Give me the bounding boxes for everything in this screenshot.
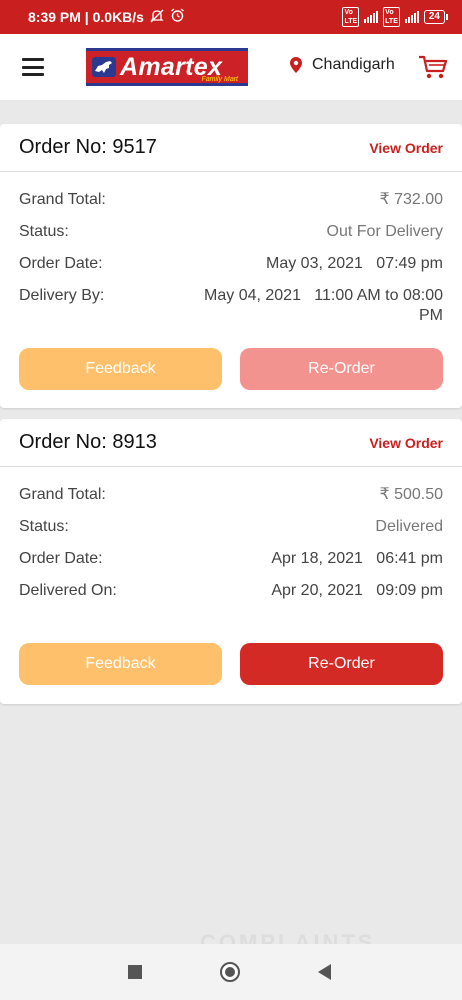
status-label: Status: <box>19 518 69 535</box>
battery-icon: 24 <box>423 10 448 24</box>
mute-notification-icon <box>150 9 164 26</box>
cart-icon[interactable] <box>418 54 448 80</box>
order-date-label: Order Date: <box>19 550 103 567</box>
order-date-row: Order Date: Apr 18, 2021 06:41 pm <box>19 549 443 569</box>
logo-subtext: Family Mart <box>201 76 238 83</box>
grand-total-value: ₹ 500.50 <box>379 486 443 503</box>
feedback-button[interactable]: Feedback <box>19 348 222 390</box>
order-date-value: May 03, 2021 07:49 pm <box>266 255 443 272</box>
order-date-row: Order Date: May 03, 2021 07:49 pm <box>19 254 443 274</box>
location-name: Chandigarh <box>312 56 395 73</box>
status-time-speed: 8:39 PM | 0.0KB/s <box>28 9 144 25</box>
delivery-by-label: Delivery By: <box>19 287 105 304</box>
volte-icon: Vo LTE <box>342 7 360 27</box>
order-date-label: Order Date: <box>19 255 103 272</box>
grand-total-value: ₹ 732.00 <box>379 191 443 208</box>
status-row: Status: Out For Delivery <box>19 222 443 242</box>
order-card-header: Order No: 9517 View Order <box>0 124 462 172</box>
delivered-on-label: Delivered On: <box>19 582 117 599</box>
horse-icon <box>92 57 116 77</box>
back-icon[interactable] <box>318 964 331 980</box>
battery-level: 24 <box>423 10 445 24</box>
home-icon[interactable] <box>220 962 240 982</box>
feedback-button[interactable]: Feedback <box>19 643 222 685</box>
view-order-link[interactable]: View Order <box>369 140 443 156</box>
order-number: Order No: 9517 <box>19 136 157 158</box>
reorder-button[interactable]: Re-Order <box>240 643 443 685</box>
delivery-by-row: Delivery By: May 04, 2021 11:00 AM to 08… <box>19 286 443 326</box>
delivered-on-row: Delivered On: Apr 20, 2021 09:09 pm <box>19 581 443 601</box>
delivered-on-value: Apr 20, 2021 09:09 pm <box>271 582 443 599</box>
order-date-value: Apr 18, 2021 06:41 pm <box>271 550 443 567</box>
view-order-link[interactable]: View Order <box>369 435 443 451</box>
brand-logo[interactable]: Amartex Family Mart <box>84 43 250 91</box>
delivery-by-value: May 04, 2021 11:00 AM to 08:00 PM <box>204 287 448 324</box>
app-header: Amartex Family Mart Chandigarh <box>0 34 462 100</box>
status-bar: 8:39 PM | 0.0KB/s Vo LTE Vo LTE 24 <box>0 0 462 34</box>
grand-total-row: Grand Total: ₹ 500.50 <box>19 485 443 505</box>
order-card: Order No: 8913 View Order Grand Total: ₹… <box>0 419 462 704</box>
location-selector[interactable]: Chandigarh <box>290 56 395 74</box>
order-card: Order No: 9517 View Order Grand Total: ₹… <box>0 124 462 408</box>
grand-total-row: Grand Total: ₹ 732.00 <box>19 190 443 210</box>
volte-icon-2: Vo LTE <box>383 7 400 27</box>
grand-total-label: Grand Total: <box>19 486 106 503</box>
location-pin-icon <box>290 57 302 73</box>
status-value: Out For Delivery <box>326 223 443 240</box>
menu-icon[interactable] <box>22 58 44 76</box>
order-number: Order No: 8913 <box>19 431 157 453</box>
signal-icon-2 <box>404 11 419 23</box>
system-nav-bar <box>0 944 462 1000</box>
status-row: Status: Delivered <box>19 517 443 537</box>
status-label: Status: <box>19 223 69 240</box>
order-card-header: Order No: 8913 View Order <box>0 419 462 467</box>
alarm-icon <box>170 8 185 26</box>
signal-icon <box>364 11 379 23</box>
status-value: Delivered <box>375 518 443 535</box>
recent-apps-icon[interactable] <box>128 965 142 979</box>
grand-total-label: Grand Total: <box>19 191 106 208</box>
reorder-button[interactable]: Re-Order <box>240 348 443 390</box>
